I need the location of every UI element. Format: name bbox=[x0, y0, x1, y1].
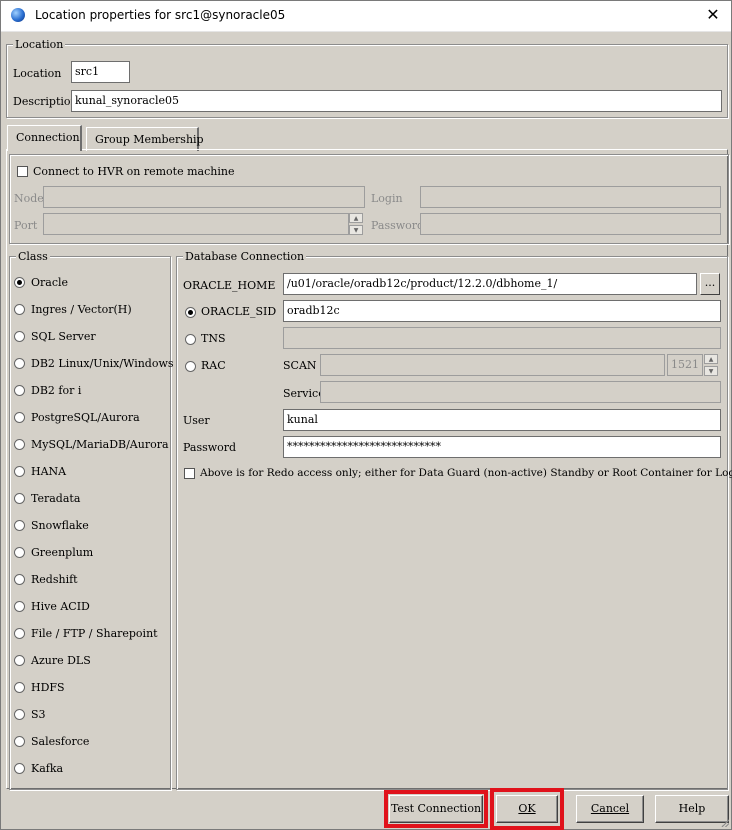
scan-label: SCAN bbox=[283, 359, 317, 372]
user-label: User bbox=[183, 414, 210, 427]
class-group-label: Class bbox=[16, 250, 50, 263]
class-radio-5[interactable] bbox=[14, 412, 25, 423]
class-radio-label: Hive ACID bbox=[31, 600, 90, 613]
help-button[interactable]: Help bbox=[655, 795, 729, 823]
class-radio-label: DB2 Linux/Unix/Windows bbox=[31, 357, 174, 370]
dialog-window: Location properties for src1@synoracle05… bbox=[0, 0, 732, 830]
tns-radio[interactable] bbox=[185, 334, 196, 345]
class-radio-15[interactable] bbox=[14, 682, 25, 693]
class-radio-label: Teradata bbox=[31, 492, 81, 505]
scan-port-spinner[interactable]: ▲ ▼ bbox=[704, 354, 718, 376]
tab-connection[interactable]: Connection bbox=[7, 125, 82, 151]
class-radio-label: Ingres / Vector(H) bbox=[31, 303, 132, 316]
class-radio-9[interactable] bbox=[14, 520, 25, 531]
class-radio-label: Redshift bbox=[31, 573, 78, 586]
class-radio-3[interactable] bbox=[14, 358, 25, 369]
spin-up-icon[interactable]: ▲ bbox=[704, 354, 718, 364]
port-spinner[interactable]: ▲ ▼ bbox=[349, 213, 363, 235]
tab-group-membership[interactable]: Group Membership bbox=[86, 127, 204, 151]
ok-button[interactable]: OK bbox=[496, 795, 558, 823]
user-input[interactable]: kunal bbox=[283, 409, 721, 431]
cancel-button[interactable]: Cancel bbox=[576, 795, 644, 823]
service-input[interactable] bbox=[320, 381, 721, 403]
cancel-button-label: Cancel bbox=[590, 802, 630, 815]
rac-radio[interactable] bbox=[185, 361, 196, 372]
spin-up-icon[interactable]: ▲ bbox=[349, 213, 363, 223]
spin-down-icon[interactable]: ▼ bbox=[704, 366, 718, 376]
location-label: Location bbox=[13, 67, 62, 80]
class-radio-label: SQL Server bbox=[31, 330, 96, 343]
class-radio-8[interactable] bbox=[14, 493, 25, 504]
class-radio-label: Oracle bbox=[31, 276, 69, 289]
class-radio-7[interactable] bbox=[14, 466, 25, 477]
scan-input[interactable] bbox=[320, 354, 665, 376]
oracle-home-label: ORACLE_HOME bbox=[183, 279, 276, 292]
rac-label: RAC bbox=[201, 359, 226, 372]
remote-machine-label: Connect to HVR on remote machine bbox=[33, 165, 235, 178]
resize-grip[interactable] bbox=[719, 817, 729, 827]
description-label: Description bbox=[13, 95, 78, 108]
oracle-sid-label: ORACLE_SID bbox=[201, 305, 277, 318]
class-radio-1[interactable] bbox=[14, 304, 25, 315]
browse-button[interactable]: ... bbox=[700, 273, 720, 295]
class-radio-label: Snowflake bbox=[31, 519, 89, 532]
node-input[interactable] bbox=[43, 186, 365, 208]
class-radio-10[interactable] bbox=[14, 547, 25, 558]
redo-access-label: Above is for Redo access only; either fo… bbox=[200, 467, 732, 479]
class-radio-14[interactable] bbox=[14, 655, 25, 666]
description-input[interactable]: kunal_synoracle05 bbox=[71, 90, 722, 112]
database-connection-label: Database Connection bbox=[183, 250, 307, 263]
password-label: Password bbox=[183, 441, 237, 454]
class-radio-label: HDFS bbox=[31, 681, 65, 694]
class-radio-4[interactable] bbox=[14, 385, 25, 396]
node-label: Node bbox=[14, 192, 44, 205]
class-radio-6[interactable] bbox=[14, 439, 25, 450]
title-bar[interactable]: Location properties for src1@synoracle05… bbox=[1, 1, 731, 32]
location-input[interactable]: src1 bbox=[71, 61, 130, 83]
service-label: Service bbox=[283, 387, 325, 400]
class-radio-17[interactable] bbox=[14, 736, 25, 747]
tns-label: TNS bbox=[201, 332, 226, 345]
class-radio-label: PostgreSQL/Aurora bbox=[31, 411, 140, 424]
class-radio-label: Salesforce bbox=[31, 735, 90, 748]
class-radio-label: Kafka bbox=[31, 762, 64, 775]
tns-input[interactable] bbox=[283, 327, 721, 349]
remote-password-input[interactable] bbox=[420, 213, 721, 235]
app-globe-icon bbox=[11, 8, 25, 22]
class-radio-label: DB2 for i bbox=[31, 384, 82, 397]
class-radio-12[interactable] bbox=[14, 601, 25, 612]
class-radio-18[interactable] bbox=[14, 763, 25, 774]
class-radio-label: Azure DLS bbox=[31, 654, 91, 667]
window-title: Location properties for src1@synoracle05 bbox=[35, 8, 286, 22]
port-input[interactable] bbox=[43, 213, 349, 235]
class-radio-label: MySQL/MariaDB/Aurora bbox=[31, 438, 169, 451]
test-connection-button[interactable]: Test Connection bbox=[389, 795, 483, 823]
remote-password-label: Password bbox=[371, 219, 425, 232]
class-radio-13[interactable] bbox=[14, 628, 25, 639]
class-radio-2[interactable] bbox=[14, 331, 25, 342]
redo-access-checkbox[interactable] bbox=[184, 468, 195, 479]
port-label: Port bbox=[14, 219, 38, 232]
class-radio-0[interactable] bbox=[14, 277, 25, 288]
spin-down-icon[interactable]: ▼ bbox=[349, 225, 363, 235]
remote-machine-checkbox[interactable] bbox=[17, 166, 28, 177]
class-radio-label: S3 bbox=[31, 708, 46, 721]
oracle-sid-input[interactable]: oradb12c bbox=[283, 300, 721, 322]
oracle-home-input[interactable]: /u01/oracle/oradb12c/product/12.2.0/dbho… bbox=[283, 273, 697, 295]
login-input[interactable] bbox=[420, 186, 721, 208]
class-radio-label: File / FTP / Sharepoint bbox=[31, 627, 158, 640]
location-group-label: Location bbox=[13, 38, 66, 51]
class-radio-11[interactable] bbox=[14, 574, 25, 585]
class-radio-label: Greenplum bbox=[31, 546, 94, 559]
oracle-sid-radio[interactable] bbox=[185, 307, 196, 318]
login-label: Login bbox=[371, 192, 403, 205]
class-radio-label: HANA bbox=[31, 465, 67, 478]
password-input[interactable]: **************************** bbox=[283, 436, 721, 458]
ok-button-label: OK bbox=[518, 802, 536, 815]
close-icon[interactable]: ✕ bbox=[703, 5, 723, 25]
class-radio-16[interactable] bbox=[14, 709, 25, 720]
scan-port-input[interactable]: 1521 bbox=[667, 354, 703, 376]
